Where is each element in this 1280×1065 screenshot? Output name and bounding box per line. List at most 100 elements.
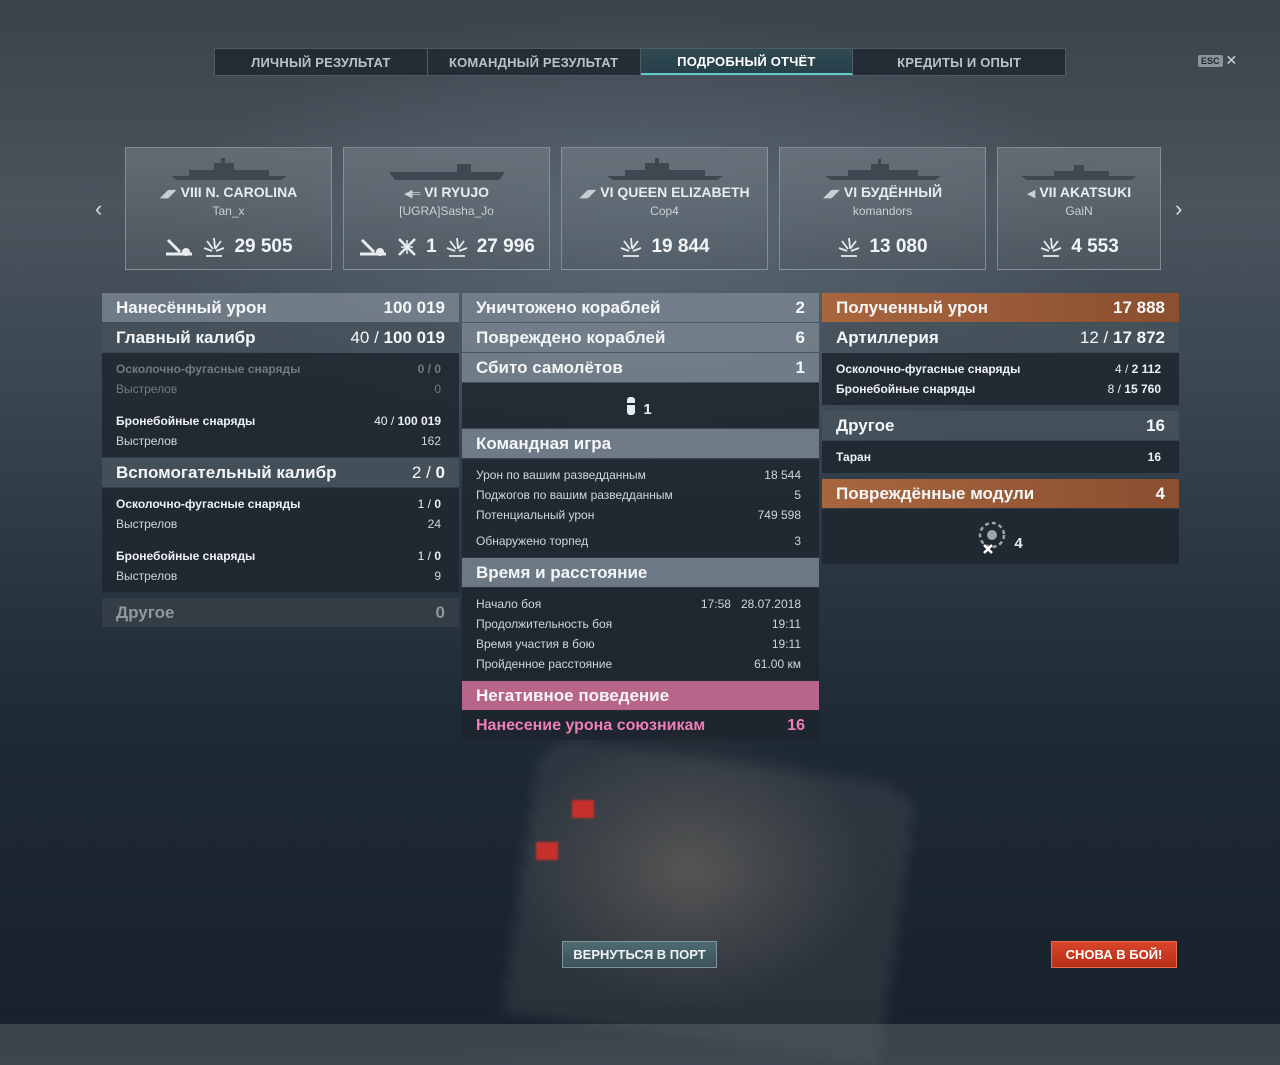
- tab-team-result[interactable]: КОМАНДНЫЙ РЕЗУЛЬТАТ: [428, 49, 641, 75]
- results-tabs: ЛИЧНЫЙ РЕЗУЛЬТАТ КОМАНДНЫЙ РЕЗУЛЬТАТ ПОД…: [214, 48, 1066, 76]
- secondary-he-shots: 24: [427, 517, 441, 531]
- secondary-ap-shots: 9: [434, 569, 441, 583]
- chevron-right-icon[interactable]: ›: [1175, 196, 1182, 222]
- team-damage-label: Нанесение урона союзникам: [476, 716, 706, 734]
- time-distance-title: Время и расстояние: [476, 562, 648, 582]
- battleship-silhouette-icon: [170, 158, 287, 180]
- damage-burst-icon: [1040, 237, 1062, 257]
- ship-class-icon: ◢◤: [159, 188, 177, 200]
- carrier-silhouette-icon: [388, 164, 505, 180]
- main-he-shots: 0: [434, 382, 441, 396]
- close-button[interactable]: ESC ✕: [1198, 52, 1237, 69]
- main-ap-shots-label: Выстрелов: [116, 434, 178, 448]
- battle-duration-label: Продолжительность боя: [476, 617, 613, 631]
- background-flag: [536, 842, 558, 860]
- player-name: Tan_x: [212, 204, 245, 218]
- main-he-shots-label: Выстрелов: [116, 382, 178, 396]
- torpedo-hit-icon: [360, 238, 387, 256]
- secondary-he-hits: 1 /: [417, 497, 431, 511]
- player-name: komandors: [852, 204, 913, 218]
- dealt-damage-total: 100 019: [383, 297, 445, 317]
- main-ap-value: 100 019: [397, 414, 441, 428]
- tab-personal-result[interactable]: ЛИЧНЫЙ РЕЗУЛЬТАТ: [215, 49, 428, 75]
- player-name: GaiN: [1065, 204, 1093, 218]
- ram-value: 16: [1147, 450, 1161, 464]
- main-he-label: Осколочно-фугасные снаряды: [116, 362, 301, 376]
- dealt-other-label: Другое: [116, 602, 175, 622]
- damaged-modules-value: 4: [1155, 483, 1165, 503]
- secondary-ap-label: Бронебойные снаряды: [116, 549, 256, 563]
- ship-name: VIII N. CAROLINA: [180, 184, 298, 200]
- battleship-silhouette-icon: [606, 158, 723, 180]
- tab-credits-xp[interactable]: КРЕДИТЫ И ОПЫТ: [853, 49, 1065, 75]
- damage-burst-icon: [446, 237, 468, 257]
- main-ap-hits: 40 /: [374, 414, 395, 428]
- main-battery-hits: 40 /: [350, 327, 379, 347]
- ship-name: VII AKATSUKI: [1039, 184, 1132, 200]
- secondary-ap-value: 0: [434, 549, 441, 563]
- cruiser-silhouette-icon: [824, 159, 941, 180]
- ship-name: VI QUEEN ELIZABETH: [600, 184, 750, 200]
- dealt-damage-panel: Нанесённый урон 100 019 Главный калибр 4…: [102, 293, 459, 628]
- ship-card[interactable]: ◢◤ VI БУДЁННЫЙ komandors 13 080: [779, 147, 986, 270]
- received-damage-total: 17 888: [1113, 297, 1165, 317]
- received-ap-hits: 8 /: [1107, 382, 1121, 396]
- team-damage-value: 16: [787, 716, 805, 734]
- chevron-left-icon[interactable]: ‹: [95, 196, 102, 222]
- tab-detailed-report[interactable]: ПОДРОБНЫЙ ОТЧЁТ: [640, 49, 854, 75]
- ship-card[interactable]: ◢◤ VIII N. CAROLINA Tan_x 29 505: [125, 147, 332, 270]
- artillery-damage: 17 872: [1113, 327, 1165, 347]
- ship-class-icon: ◢◤: [822, 188, 840, 200]
- secondary-hits: 2 /: [411, 462, 431, 482]
- ships-damaged-label: Повреждено кораблей: [476, 327, 666, 347]
- secondary-ap-hits: 1 /: [417, 549, 431, 563]
- battle-start-value: 17:58 28.07.2018: [700, 597, 801, 611]
- player-name: Cop4: [650, 204, 679, 218]
- battle-again-button[interactable]: СНОВА В БОЙ!: [1051, 941, 1177, 968]
- ship-card[interactable]: ◀ VII AKATSUKI GaiN 4 553: [997, 147, 1161, 270]
- bomb-icon: [627, 396, 636, 415]
- dealt-damage-title: Нанесённый урон: [116, 297, 267, 317]
- negative-behavior-title: Негативное поведение: [476, 685, 670, 705]
- participation-time-label: Время участия в бою: [476, 637, 595, 651]
- dealt-other-value: 0: [435, 602, 445, 622]
- ship-card[interactable]: ◢◤ VI QUEEN ELIZABETH Cop4 19 844: [561, 147, 768, 270]
- ram-label: Таран: [836, 450, 871, 464]
- ship-class-icon: ◢◤: [579, 188, 597, 200]
- secondary-he-shots-label: Выстрелов: [116, 517, 178, 531]
- spotting-damage-value: 18 544: [764, 468, 801, 482]
- participation-time-value: 19:11: [771, 637, 801, 651]
- secondary-ap-shots-label: Выстрелов: [116, 569, 178, 583]
- torpedo-hit-icon: [166, 238, 193, 256]
- potential-damage-label: Потенциальный урон: [476, 508, 595, 522]
- main-battery-label: Главный калибр: [116, 327, 256, 347]
- artillery-hits: 12 /: [1079, 327, 1109, 347]
- secondary-battery-label: Вспомогательный калибр: [116, 462, 337, 482]
- ship-card[interactable]: ◀═ VI RYUJO [UGRA]Sasha_Jo 1 27 996: [343, 147, 550, 270]
- plane-shot-down-icon: [398, 238, 417, 256]
- ships-damaged-value: 6: [795, 327, 805, 347]
- artillery-label: Артиллерия: [836, 327, 939, 347]
- damaged-modules-label: Повреждённые модули: [836, 483, 1035, 503]
- received-he-hits: 4 /: [1114, 362, 1129, 376]
- received-other-value: 16: [1146, 415, 1165, 435]
- ship-name: VI БУДЁННЫЙ: [843, 184, 943, 200]
- ship-damage-value: 13 080: [869, 236, 928, 257]
- destroyer-silhouette-icon: [1021, 165, 1137, 180]
- battle-start-label: Начало боя: [476, 597, 542, 611]
- planes-shot-value: 1: [795, 357, 805, 377]
- battle-duration-value: 19:11: [771, 617, 801, 631]
- secondary-he-label: Осколочно-фугасные снаряды: [116, 497, 301, 511]
- secondary-he-value: 0: [434, 497, 441, 511]
- player-name: [UGRA]Sasha_Jo: [399, 204, 494, 218]
- return-to-port-button[interactable]: ВЕРНУТЬСЯ В ПОРТ: [562, 941, 717, 968]
- main-battery-damage: 100 019: [383, 327, 445, 347]
- ship-name: VI RYUJO: [424, 184, 490, 200]
- ship-damage-value: 27 996: [476, 236, 535, 257]
- received-he-label: Осколочно-фугасные снаряды: [836, 362, 1021, 376]
- ship-class-icon: ◀: [1026, 188, 1036, 200]
- received-ap-label: Бронебойные снаряды: [836, 382, 976, 396]
- received-he-value: 2 112: [1131, 362, 1161, 376]
- team-play-title: Командная игра: [476, 433, 612, 453]
- received-damage-panel: Полученный урон 17 888 Артиллерия 12 / 1…: [822, 293, 1179, 565]
